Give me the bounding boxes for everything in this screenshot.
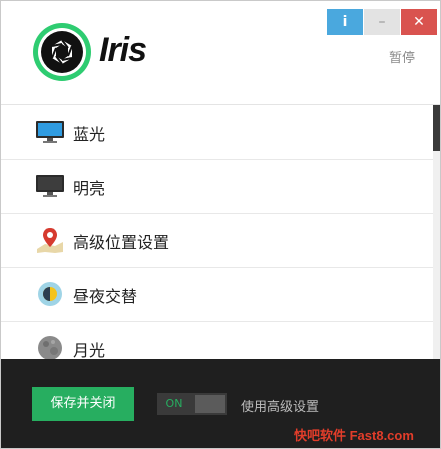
info-button[interactable]: i [327,9,363,35]
iris-logo-icon [33,23,91,81]
preset-item-bright[interactable]: 明亮 [1,159,433,214]
preset-label: 蓝光 [73,125,106,144]
monitor-blue-icon [36,121,64,143]
toggle-state-label: ON [165,397,183,410]
pause-button[interactable]: 暂停 [389,47,415,66]
moon-icon [38,336,62,359]
close-button[interactable]: ✕ [401,9,437,35]
scrollbar-thumb[interactable] [433,105,440,151]
save-and-close-button[interactable]: 保存并关闭 [32,387,134,421]
preset-item-blue-light[interactable]: 蓝光 [1,105,433,160]
advanced-settings-label: 使用高级设置 [241,400,320,415]
app-window: Iris 暂停 i – ✕ 蓝光 明亮 高级位置设置 昼夜交替 月光 保存并关闭… [0,0,441,449]
preset-label: 昼夜交替 [73,287,138,306]
preset-item-location-settings[interactable]: 高级位置设置 [1,213,433,268]
day-night-icon [38,282,62,306]
list-scrollbar[interactable] [433,105,440,359]
preset-label: 月光 [73,341,106,359]
brand-name: Iris [99,31,147,69]
footer-bar: 保存并关闭 ON 使用高级设置 快吧软件 Fast8.com [1,359,440,448]
preset-item-moonlight[interactable]: 月光 [1,321,433,359]
map-pin-icon [37,228,63,253]
preset-label: 明亮 [73,179,106,198]
monitor-dark-icon [36,175,64,197]
preset-list: 蓝光 明亮 高级位置设置 昼夜交替 月光 [1,105,433,359]
preset-label: 高级位置设置 [73,233,170,252]
header: Iris 暂停 i – ✕ [1,1,440,104]
minimize-button[interactable]: – [364,9,400,35]
watermark: 快吧软件 Fast8.com [294,428,414,443]
advanced-settings-toggle[interactable]: ON [157,393,227,415]
preset-item-day-night[interactable]: 昼夜交替 [1,267,433,322]
toggle-knob [195,395,225,413]
